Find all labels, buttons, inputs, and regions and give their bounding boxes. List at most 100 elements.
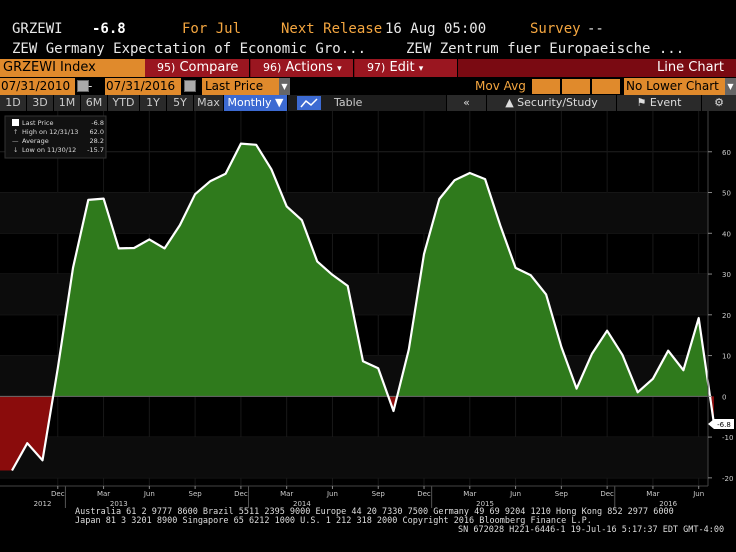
x-tick-label: Jun bbox=[509, 490, 521, 498]
y-tick-label: 0 bbox=[722, 393, 726, 401]
legend-average-icon: — bbox=[12, 137, 19, 145]
period-max[interactable]: Max bbox=[194, 95, 224, 111]
table-button[interactable]: Table bbox=[334, 95, 362, 111]
x-tick-label: Mar bbox=[97, 490, 110, 498]
y-tick-label: -10 bbox=[722, 434, 733, 442]
gear-icon[interactable]: ⚙ bbox=[701, 95, 736, 111]
year-label: 2012 bbox=[34, 500, 52, 508]
legend-low-arrow-icon: ↓ bbox=[13, 146, 18, 154]
period-bar: 1D 3D 1M 6M YTD 1Y 5Y Max Monthly ▼ Tabl… bbox=[0, 95, 736, 111]
legend-high-arrow-icon: ↑ bbox=[13, 128, 18, 136]
chevron-down-icon: ▾ bbox=[337, 64, 342, 74]
y-tick-label: -20 bbox=[722, 475, 733, 483]
legend-high-value: 62.0 bbox=[90, 128, 104, 136]
legend-average-value: 28.2 bbox=[90, 137, 104, 145]
calendar-icon[interactable] bbox=[184, 80, 196, 92]
end-date-field[interactable]: 07/31/2016 bbox=[105, 78, 181, 95]
survey-label: Survey bbox=[530, 21, 581, 37]
lower-chart-select[interactable]: No Lower Chart ▼ bbox=[624, 78, 736, 95]
frequency-select[interactable]: Monthly ▼ bbox=[224, 95, 288, 111]
x-tick-label: Dec bbox=[417, 490, 431, 498]
chevron-down-icon: ▼ bbox=[725, 78, 736, 95]
x-tick-label: Dec bbox=[234, 490, 248, 498]
start-date-field[interactable]: 07/31/2010 bbox=[0, 78, 75, 95]
y-tick-label: 20 bbox=[722, 312, 731, 320]
actions-label: Actions bbox=[285, 60, 333, 75]
x-tick-label: Dec bbox=[600, 490, 614, 498]
ticker-symbol[interactable]: GRZEWI bbox=[12, 21, 63, 37]
last-value-label: -6.8 bbox=[708, 419, 734, 430]
actions-button[interactable]: 96) Actions ▾ bbox=[251, 59, 354, 77]
x-tick-label: Jun bbox=[143, 490, 155, 498]
zew-chart: -20 -10 0 10 20 30 40 50 60 Dec Mar Jun Sep Dec Mar Ju… bbox=[0, 111, 734, 508]
x-tick-label: Sep bbox=[372, 490, 386, 498]
edit-button[interactable]: 97) Edit ▾ bbox=[355, 59, 458, 77]
chevron-down-icon: ▾ bbox=[418, 64, 424, 74]
range-bar: 07/31/2010 - 07/31/2016 Last Price ▼ Mov… bbox=[0, 78, 736, 95]
next-release-label: Next Release bbox=[281, 21, 383, 37]
legend-swatch bbox=[12, 119, 19, 126]
chart-legend[interactable]: Last Price -6.8 ↑ High on 12/31/13 62.0 … bbox=[4, 115, 107, 159]
x-tick-label: Mar bbox=[463, 490, 476, 498]
index-label[interactable]: GRZEWI Index bbox=[0, 59, 145, 77]
period-3d[interactable]: 3D bbox=[27, 95, 54, 111]
compare-number: 95) bbox=[157, 61, 176, 74]
grid-band bbox=[0, 437, 708, 478]
back-button[interactable]: « bbox=[446, 95, 486, 111]
x-tick-label: Mar bbox=[646, 490, 659, 498]
x-tick-label: Jun bbox=[692, 490, 704, 498]
command-toolbar: GRZEWI Index 95) Compare 96) Actions ▾ 9… bbox=[0, 59, 736, 77]
line-chart-icon[interactable] bbox=[297, 96, 321, 110]
study-icon: ▲ bbox=[505, 96, 514, 109]
edit-label: Edit bbox=[389, 60, 415, 75]
period-1y[interactable]: 1Y bbox=[140, 95, 167, 111]
last-value: -6.8 bbox=[92, 21, 126, 37]
source-description[interactable]: ZEW Zentrum fuer Europaeische ... bbox=[406, 41, 684, 57]
legend-low: Low on 11/30/12 bbox=[22, 146, 76, 154]
x-tick-label: Dec bbox=[51, 490, 65, 498]
compare-button[interactable]: 95) Compare bbox=[145, 59, 250, 77]
mov-avg-label: Mov Avg bbox=[475, 79, 526, 93]
frequency-value: Monthly bbox=[227, 96, 272, 109]
y-tick-label: 40 bbox=[722, 230, 731, 238]
period-1d[interactable]: 1D bbox=[0, 95, 27, 111]
chevron-down-icon: ▼ bbox=[279, 78, 290, 95]
legend-low-value: -15.7 bbox=[87, 146, 104, 154]
edit-number: 97) bbox=[367, 61, 386, 74]
mov-avg-input[interactable] bbox=[532, 79, 560, 94]
footer-session: SN 672028 H221-6446-1 19-Jul-16 5:17:37 … bbox=[458, 525, 725, 535]
chart-type-label[interactable]: Line Chart bbox=[657, 59, 724, 77]
next-release-value: 16 Aug 05:00 bbox=[385, 21, 487, 37]
y-tick-label: 50 bbox=[722, 190, 731, 198]
legend-average: Average bbox=[22, 137, 49, 145]
actions-number: 96) bbox=[263, 61, 282, 74]
legend-last-price-value: -6.8 bbox=[91, 119, 104, 127]
security-study-button[interactable]: ▲ Security/Study bbox=[486, 95, 616, 111]
survey-value: -- bbox=[587, 21, 604, 37]
x-tick-label: Sep bbox=[555, 490, 569, 498]
period-6m[interactable]: 6M bbox=[81, 95, 108, 111]
legend-last-price: Last Price bbox=[22, 119, 53, 127]
period-label: For Jul bbox=[182, 21, 242, 37]
y-tick-label: 30 bbox=[722, 271, 731, 279]
security-header: GRZEWI -6.8 For Jul Next Release 16 Aug … bbox=[0, 0, 736, 57]
legend-high: High on 12/31/13 bbox=[22, 128, 78, 136]
period-5y[interactable]: 5Y bbox=[167, 95, 194, 111]
x-tick-label: Sep bbox=[189, 490, 203, 498]
mov-avg-input[interactable] bbox=[562, 79, 590, 94]
range-dash: - bbox=[88, 79, 93, 93]
security-description[interactable]: ZEW Germany Expectation of Economic Gro.… bbox=[12, 41, 366, 57]
line-chart-glyph bbox=[300, 98, 318, 108]
y-tick-label: 60 bbox=[722, 149, 731, 157]
y-tick-label: 10 bbox=[722, 353, 731, 361]
period-ytd[interactable]: YTD bbox=[108, 95, 140, 111]
event-label: Event bbox=[649, 96, 682, 109]
field-select[interactable]: Last Price ▼ bbox=[202, 78, 290, 95]
mov-avg-input[interactable] bbox=[592, 79, 620, 94]
compare-label: Compare bbox=[179, 60, 239, 75]
security-study-label: Security/Study bbox=[517, 96, 598, 109]
last-value-text: -6.8 bbox=[717, 421, 731, 429]
period-1m[interactable]: 1M bbox=[54, 95, 81, 111]
x-tick-label: Mar bbox=[280, 490, 293, 498]
event-button[interactable]: ⚑ Event bbox=[616, 95, 701, 111]
